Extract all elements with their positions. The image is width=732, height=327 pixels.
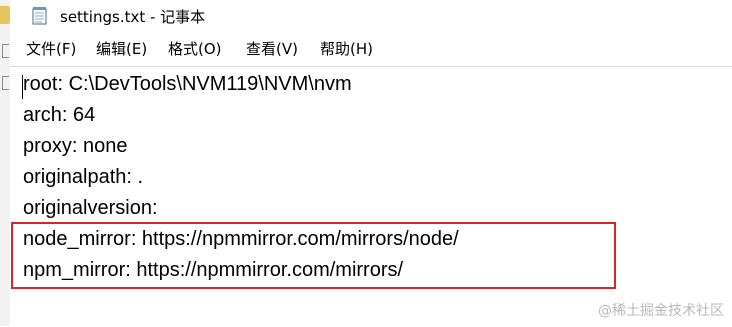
menu-view[interactable]: 查看(V)	[246, 38, 298, 59]
watermark: @稀土掘金技术社区	[598, 303, 724, 319]
window-title: settings.txt - 记事本	[60, 8, 206, 26]
bracket-icon	[2, 76, 9, 90]
bracket-icon	[2, 44, 9, 58]
notepad-icon	[32, 7, 47, 25]
menu-file[interactable]: 文件(F)	[26, 38, 76, 59]
menu-bar: 文件(F) 编辑(E) 格式(O) 查看(V) 帮助(H)	[10, 38, 732, 62]
menu-format[interactable]: 格式(O)	[168, 38, 222, 59]
menu-help[interactable]: 帮助(H)	[320, 38, 373, 59]
text-line-arch: arch: 64	[23, 104, 96, 126]
title-bar[interactable]: settings.txt - 记事本	[10, 0, 732, 32]
text-editor[interactable]: root: C:\DevTools\NVM119\NVM\nvm arch: 6…	[10, 66, 732, 327]
notepad-window: settings.txt - 记事本 文件(F) 编辑(E) 格式(O) 查看(…	[0, 0, 732, 326]
text-line-node-mirror: node_mirror: https://npmmirror.com/mirro…	[23, 228, 459, 250]
text-line-originalpath: originalpath: .	[23, 166, 144, 188]
menu-edit[interactable]: 编辑(E)	[96, 38, 147, 59]
background-window-edge	[0, 0, 10, 326]
text-line-proxy: proxy: none	[23, 135, 128, 157]
folder-icon	[0, 6, 10, 24]
text-line-npm-mirror: npm_mirror: https://npmmirror.com/mirror…	[23, 259, 404, 281]
text-line-root: root: C:\DevTools\NVM119\NVM\nvm	[23, 73, 352, 95]
text-line-originalversion: originalversion:	[23, 197, 158, 219]
